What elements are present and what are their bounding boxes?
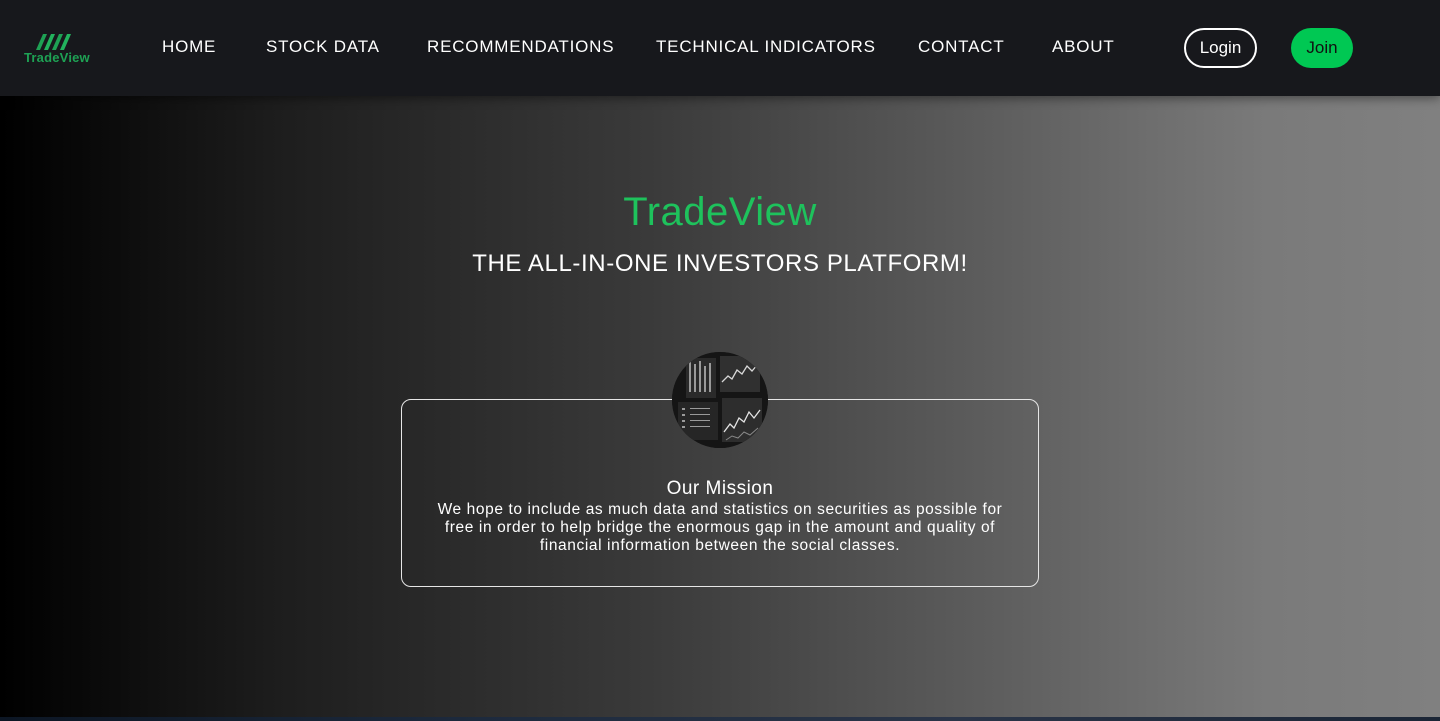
top-navbar: TradeView HOME STOCK DATA RECOMMENDATION…	[0, 0, 1440, 96]
bottom-edge-strip	[0, 717, 1440, 721]
nav-technical-indicators-link[interactable]: TECHNICAL INDICATORS	[656, 37, 876, 57]
join-button[interactable]: Join	[1291, 28, 1353, 68]
login-button[interactable]: Login	[1184, 28, 1257, 68]
nav-contact-link[interactable]: CONTACT	[918, 37, 1005, 57]
hero-subtitle: THE ALL-IN-ONE INVESTORS PLATFORM!	[472, 250, 968, 277]
nav-about-link[interactable]: ABOUT	[1052, 37, 1115, 57]
nav-stock-data-link[interactable]: STOCK DATA	[266, 37, 380, 57]
brand-logo[interactable]: TradeView	[24, 26, 94, 70]
mission-text: We hope to include as much data and stat…	[437, 501, 1003, 554]
nav-home-link[interactable]: HOME	[162, 37, 216, 57]
nav-recommendations-link[interactable]: RECOMMENDATIONS	[427, 37, 614, 57]
chart-bars-logo-icon	[36, 34, 71, 50]
stock-chart-screens-image	[672, 352, 768, 448]
logo-text: TradeView	[24, 50, 90, 65]
page: TradeView HOME STOCK DATA RECOMMENDATION…	[0, 0, 1440, 721]
mission-title: Our Mission	[666, 478, 774, 499]
hero-title: TradeView	[623, 190, 817, 234]
